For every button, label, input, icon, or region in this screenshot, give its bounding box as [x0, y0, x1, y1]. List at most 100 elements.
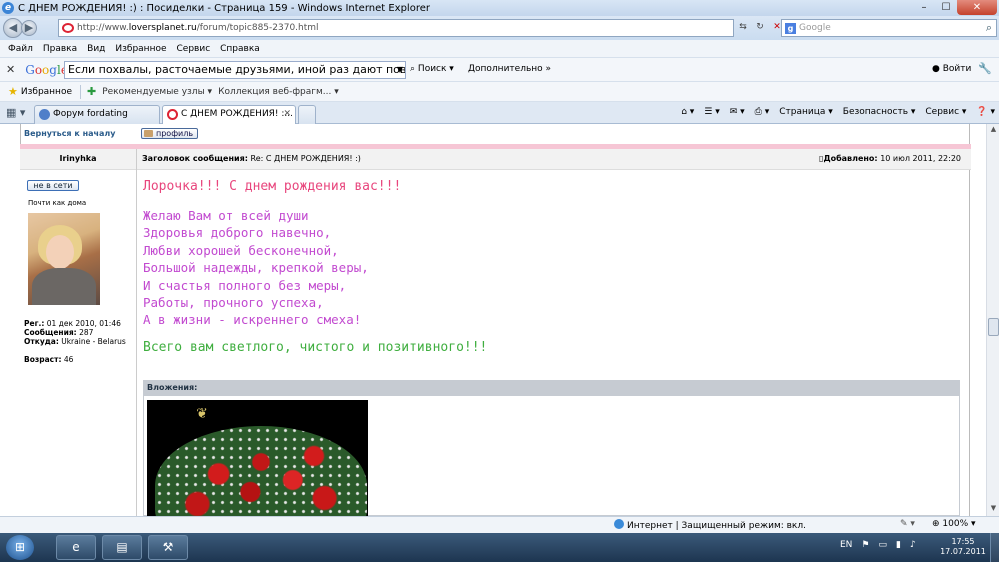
zoom-level[interactable]: ⊕ 100% ▾ [932, 519, 976, 529]
google-more-button[interactable]: Дополнительно » [468, 64, 551, 74]
post-author[interactable]: Irinyhka [20, 154, 136, 163]
print-icon[interactable]: ⎙ ▾ [755, 107, 770, 117]
back-to-top-link[interactable]: Вернуться к началу [24, 129, 115, 138]
search-icon[interactable]: ⌕ [986, 21, 992, 35]
close-tab-icon[interactable]: ✕ [283, 106, 291, 123]
scroll-up-icon[interactable]: ▲ [988, 125, 999, 136]
menu-edit[interactable]: Правка [43, 44, 77, 54]
tab-favicon-icon [39, 109, 50, 120]
security-zone[interactable]: Интернет | Защищенный режим: вкл. [614, 519, 806, 531]
tab-forum-fordating[interactable]: Форум fordating [34, 105, 160, 124]
tools-menu[interactable]: Сервис ▾ [925, 107, 966, 117]
help-icon[interactable]: ❓ ▾ [976, 107, 995, 117]
search-placeholder: Google [799, 23, 831, 33]
address-url[interactable]: http://www.loversplanet.ru/forum/topic88… [77, 23, 319, 33]
menu-file[interactable]: Файл [8, 44, 33, 54]
favorites-bar: ★ Избранное ✚ Рекомендуемые узлы ▾ Колле… [0, 82, 999, 102]
post-date: ▯Добавлено: 10 июл 2011, 22:20 [819, 154, 961, 163]
poem: Желаю Вам от всей души Здоровья доброго … [143, 207, 963, 329]
maximize-button[interactable]: ☐ [935, 0, 957, 15]
language-indicator[interactable]: EN [840, 540, 852, 550]
system-tray: EN ⚑ ▭ ▮ ♪ [840, 540, 916, 550]
menu-tools[interactable]: Сервис [177, 44, 211, 54]
feeds-icon[interactable]: ☰ ▾ [704, 107, 719, 117]
poem-line: Работы, прочного успеха, [143, 295, 324, 311]
google-query-input[interactable]: Если похвалы, расточаемые друзьями, иной… [64, 61, 406, 79]
poem-line: А в жизни - искреннего смеха! [143, 312, 362, 328]
show-desktop-button[interactable] [990, 533, 999, 562]
taskbar-notepad-button[interactable]: ▤ [102, 535, 142, 560]
menu-view[interactable]: Вид [87, 44, 105, 54]
flag-icon[interactable]: ⚑ [861, 540, 869, 550]
web-slice-gallery-link[interactable]: Коллекция веб-фрагм... ▾ [218, 87, 339, 97]
wrench-icon[interactable]: 🔧 [978, 62, 992, 75]
search-magnifier-icon: ⌕ [410, 64, 416, 74]
add-favorite-icon[interactable]: ✚ [87, 85, 96, 98]
refresh-icon[interactable]: ↻ [753, 20, 767, 34]
taskbar: ⊞ e ▤ ⚒ EN ⚑ ▭ ▮ ♪ 17:55 17.07.2011 [0, 533, 999, 562]
ie-logo-icon: e [2, 2, 14, 14]
poem-line: Большой надежды, крепкой веры, [143, 260, 369, 276]
mail-icon[interactable]: ✉ ▾ [730, 107, 745, 117]
close-window-button[interactable]: ✕ [957, 0, 997, 15]
home-icon[interactable]: ⌂ ▾ [681, 107, 694, 117]
tools-icon: ⚒ [162, 540, 174, 554]
google-search-button[interactable]: ⌕ Поиск ▾ [410, 64, 454, 74]
window-title: С ДНЕМ РОЖДЕНИЯ! :) : Посиделки - Страни… [18, 2, 430, 14]
post-subject: Заголовок сообщения: Re: С ДНЕМ РОЖДЕНИЯ… [142, 154, 361, 163]
google-login-button[interactable]: ● Войти [932, 64, 971, 74]
protected-mode-icon[interactable]: ✎ ▾ [900, 519, 915, 529]
post-count: 287 [79, 328, 94, 337]
ie-icon: e [72, 540, 80, 554]
close-toolbar-icon[interactable]: ✕ [6, 63, 15, 76]
user-location: Ukraine - Belarus [61, 337, 126, 346]
attachment-image-roses[interactable]: ❦ [147, 400, 368, 516]
taskbar-tools-button[interactable]: ⚒ [148, 535, 188, 560]
zoom-icon: ⊕ [932, 519, 940, 529]
scroll-thumb[interactable] [988, 318, 999, 336]
tab-birthday-thread[interactable]: С ДНЕМ РОЖДЕНИЯ! :... ✕ [162, 105, 296, 124]
compatibility-icon[interactable]: ⇆ [736, 20, 750, 34]
vertical-scrollbar[interactable]: ▲ ▼ [986, 124, 999, 516]
minimize-button[interactable]: – [913, 0, 935, 15]
query-dropdown-icon[interactable]: ▼ [397, 62, 403, 78]
suggested-sites-link[interactable]: Рекомендуемые узлы ▾ [102, 87, 212, 97]
poem-line: Желаю Вам от всей души [143, 208, 309, 223]
start-button[interactable]: ⊞ [6, 535, 34, 560]
user-stats: Рег.: 01 дек 2010, 01:46 Сообщения: 287 … [24, 319, 126, 364]
action-center-icon[interactable]: ▭ [879, 540, 888, 550]
user-age: 46 [63, 355, 74, 364]
menu-help[interactable]: Справка [220, 44, 260, 54]
forward-button[interactable]: ▶ [21, 20, 37, 36]
volume-icon[interactable]: ♪ [910, 540, 916, 550]
poem-line: Любви хорошей бесконечной, [143, 242, 339, 258]
menu-bar: Файл Правка Вид Избранное Сервис Справка [0, 40, 999, 58]
profile-button[interactable]: профиль [141, 128, 199, 139]
author-panel: не в сети Почти как дома Рег.: 01 дек 20… [20, 170, 137, 516]
taskbar-ie-button[interactable]: e [56, 535, 96, 560]
post-body: Лорочка!!! С днем рождения вас!!! Желаю … [143, 178, 963, 356]
new-tab-button[interactable] [298, 105, 316, 124]
network-icon[interactable]: ▮ [896, 540, 901, 550]
poem-line: И счастья полного без меры, [143, 277, 347, 293]
search-box[interactable]: g Google ⌕ [781, 19, 997, 37]
wish-line: Всего вам светлого, чистого и позитивног… [143, 339, 488, 355]
quick-tabs-icon[interactable]: ▦ ▾ [6, 106, 25, 119]
page-menu[interactable]: Страница ▾ [779, 107, 833, 117]
divider [136, 149, 137, 170]
favorites-button[interactable]: Избранное [21, 87, 72, 97]
address-field[interactable]: http://www.loversplanet.ru/forum/topic88… [58, 19, 734, 37]
safety-menu[interactable]: Безопасность ▾ [843, 107, 916, 117]
google-toolbar: ✕ Google Если похвалы, расточаемые друзь… [0, 58, 999, 82]
menu-favorites[interactable]: Избранное [115, 44, 166, 54]
clock-time: 17:55 [951, 537, 975, 546]
offline-status-button[interactable]: не в сети [27, 180, 79, 191]
favorites-star-icon[interactable]: ★ [8, 85, 18, 98]
window-titlebar: e С ДНЕМ РОЖДЕНИЯ! :) : Посиделки - Стра… [0, 0, 999, 16]
clock[interactable]: 17:55 17.07.2011 [940, 537, 986, 557]
divider [79, 84, 81, 99]
tab-favicon-icon [167, 109, 178, 120]
back-button[interactable]: ◀ [3, 18, 23, 38]
scroll-down-icon[interactable]: ▼ [988, 504, 999, 515]
clock-date: 17.07.2011 [940, 547, 986, 556]
